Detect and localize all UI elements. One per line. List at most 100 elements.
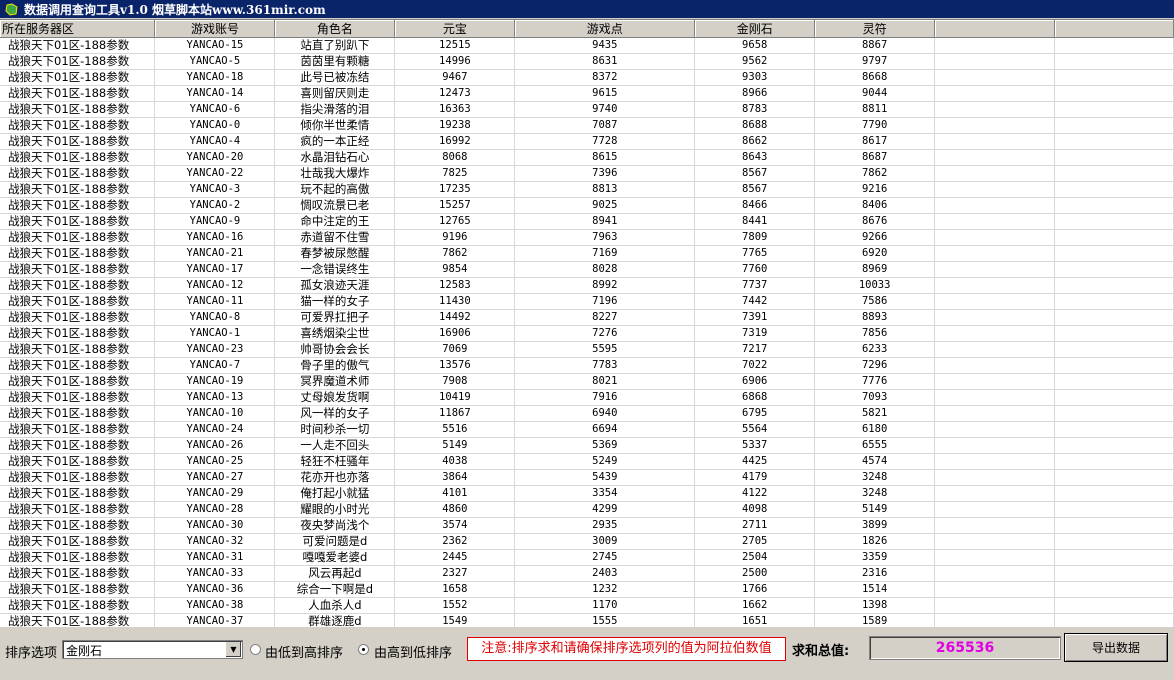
account-cell: YANCAO-31 <box>154 549 276 566</box>
data-grid[interactable]: 所在服务器区 游戏账号 角色名 元宝 游戏点 金刚石 灵符 战狼天下01区-18… <box>0 19 1174 627</box>
table-row[interactable]: 战狼天下01区-188参数 YANCAO-19 冥界魔道术师 7908 8021 6906… <box>0 373 1174 390</box>
radio-sort-ascending-label[interactable]: 由低到高排序 <box>265 642 343 661</box>
table-row[interactable]: 战狼天下01区-188参数 YANCAO-11 猫一样的女子 11430 7196 744… <box>0 293 1174 310</box>
empty-cell <box>1054 53 1174 70</box>
table-row[interactable]: 战狼天下01区-188参数 YANCAO-38 人血杀人d 1552 1170 1662 1… <box>0 597 1174 614</box>
server-cell: 战狼天下01区-188参数 <box>0 469 156 486</box>
column-header-empty-2[interactable] <box>1054 20 1174 38</box>
yuanbao-cell: 16906 <box>394 325 516 342</box>
radio-sort-descending-label[interactable]: 由高到低排序 <box>374 642 452 661</box>
game-points-cell: 8992 <box>514 277 696 294</box>
table-row[interactable]: 战狼天下01区-188参数 YANCAO-10 风一样的女子 11867 6940 679… <box>0 405 1174 422</box>
yuanbao-cell: 12473 <box>394 85 516 102</box>
table-row[interactable]: 战狼天下01区-188参数 YANCAO-30 夜央梦尚浅个 3574 2935 2711… <box>0 517 1174 534</box>
table-row[interactable]: 战狼天下01区-188参数 YANCAO-36 综合一下啊是d 1658 1232 176… <box>0 581 1174 598</box>
server-cell: 战狼天下01区-188参数 <box>0 389 156 406</box>
table-row[interactable]: 战狼天下01区-188参数 YANCAO-23 帅哥协会会长 7069 5595 7217… <box>0 341 1174 358</box>
table-row[interactable]: 战狼天下01区-188参数 YANCAO-25 轻狂不枉骚年 4038 5249 4425… <box>0 453 1174 470</box>
role-cell: 茵茵里有颗糖 <box>274 53 396 70</box>
table-row[interactable]: 战狼天下01区-188参数 YANCAO-22 壮哉我大爆炸 7825 7396 8567… <box>0 165 1174 182</box>
server-cell: 战狼天下01区-188参数 <box>0 245 156 262</box>
table-row[interactable]: 战狼天下01区-188参数 YANCAO-15 站直了别趴下 12515 9435 965… <box>0 37 1174 54</box>
column-header-talisman[interactable]: 灵符 <box>814 20 936 38</box>
account-cell: YANCAO-15 <box>154 37 276 54</box>
column-header-game-points[interactable]: 游戏点 <box>514 20 696 38</box>
sort-option-select[interactable]: 金刚石 ▼ <box>62 640 243 659</box>
table-row[interactable]: 战狼天下01区-188参数 YANCAO-31 嘎嘎爱老婆d 2445 2745 2504… <box>0 549 1174 566</box>
empty-cell <box>1054 373 1174 390</box>
game-points-cell: 2403 <box>514 565 696 582</box>
empty-cell <box>1054 133 1174 150</box>
table-row[interactable]: 战狼天下01区-188参数 YANCAO-16 赤道留不住雪 9196 7963 7809… <box>0 229 1174 246</box>
export-data-button[interactable]: 导出数据 <box>1064 633 1168 662</box>
dropdown-arrow-icon[interactable]: ▼ <box>225 642 241 657</box>
table-row[interactable]: 战狼天下01区-188参数 YANCAO-29 俺打起小就猛 4101 3354 4122… <box>0 485 1174 502</box>
account-cell: YANCAO-16 <box>154 229 276 246</box>
column-header-diamond[interactable]: 金刚石 <box>694 20 816 38</box>
server-cell: 战狼天下01区-188参数 <box>0 277 156 294</box>
column-header-account[interactable]: 游戏账号 <box>154 20 276 38</box>
empty-cell <box>934 517 1056 534</box>
server-cell: 战狼天下01区-188参数 <box>0 85 156 102</box>
table-row[interactable]: 战狼天下01区-188参数 YANCAO-4 疯的一本正经 16992 7728 8662… <box>0 133 1174 150</box>
game-points-cell: 7728 <box>514 133 696 150</box>
table-row[interactable]: 战狼天下01区-188参数 YANCAO-2 惆叹流景已老 15257 9025 8466… <box>0 197 1174 214</box>
role-cell: 骨子里的傲气 <box>274 357 396 374</box>
account-cell: YANCAO-4 <box>154 133 276 150</box>
game-points-cell: 8813 <box>514 181 696 198</box>
talisman-cell: 1514 <box>814 581 936 598</box>
table-row[interactable]: 战狼天下01区-188参数 YANCAO-26 一人走不回头 5149 5369 5337… <box>0 437 1174 454</box>
account-cell: YANCAO-38 <box>154 597 276 614</box>
game-points-cell: 9025 <box>514 197 696 214</box>
game-points-cell: 3354 <box>514 485 696 502</box>
table-row[interactable]: 战狼天下01区-188参数 YANCAO-1 喜绣烟染尘世 16906 7276 7319… <box>0 325 1174 342</box>
role-cell: 水晶泪钻石心 <box>274 149 396 166</box>
diamond-cell: 8966 <box>694 85 816 102</box>
grid-body: 战狼天下01区-188参数 YANCAO-15 站直了别趴下 12515 9435 965… <box>0 37 1174 627</box>
table-row[interactable]: 战狼天下01区-188参数 YANCAO-37 群雄逐鹿d 1549 1555 1651 1… <box>0 613 1174 627</box>
table-row[interactable]: 战狼天下01区-188参数 YANCAO-5 茵茵里有颗糖 14996 8631 9562… <box>0 53 1174 70</box>
radio-sort-ascending[interactable] <box>250 644 261 658</box>
server-cell: 战狼天下01区-188参数 <box>0 133 156 150</box>
account-cell: YANCAO-8 <box>154 309 276 326</box>
server-cell: 战狼天下01区-188参数 <box>0 37 156 54</box>
empty-cell <box>934 309 1056 326</box>
table-row[interactable]: 战狼天下01区-188参数 YANCAO-7 骨子里的傲气 13576 7783 7022… <box>0 357 1174 374</box>
table-row[interactable]: 战狼天下01区-188参数 YANCAO-28 耀眼的小时光 4860 4299 4098… <box>0 501 1174 518</box>
radio-sort-descending[interactable] <box>358 644 369 658</box>
diamond-cell: 7765 <box>694 245 816 262</box>
table-row[interactable]: 战狼天下01区-188参数 YANCAO-8 可爱界扛把子 14492 8227 7391… <box>0 309 1174 326</box>
talisman-cell: 6233 <box>814 341 936 358</box>
diamond-cell: 7760 <box>694 261 816 278</box>
column-header-server[interactable]: 所在服务器区 <box>0 20 156 38</box>
table-row[interactable]: 战狼天下01区-188参数 YANCAO-14 喜则留厌则走 12473 9615 896… <box>0 85 1174 102</box>
column-header-role[interactable]: 角色名 <box>274 20 396 38</box>
role-cell: 轻狂不枉骚年 <box>274 453 396 470</box>
column-header-yuanbao[interactable]: 元宝 <box>394 20 516 38</box>
column-header-empty-1[interactable] <box>934 20 1056 38</box>
server-cell: 战狼天下01区-188参数 <box>0 501 156 518</box>
empty-cell <box>934 373 1056 390</box>
table-row[interactable]: 战狼天下01区-188参数 YANCAO-27 花亦开也亦落 3864 5439 4179… <box>0 469 1174 486</box>
empty-cell <box>1054 581 1174 598</box>
table-row[interactable]: 战狼天下01区-188参数 YANCAO-13 丈母娘发货啊 10419 7916 686… <box>0 389 1174 406</box>
table-row[interactable]: 战狼天下01区-188参数 YANCAO-3 玩不起的高傲 17235 8813 8567… <box>0 181 1174 198</box>
table-row[interactable]: 战狼天下01区-188参数 YANCAO-6 指尖滑落的泪 16363 9740 8783… <box>0 101 1174 118</box>
yuanbao-cell: 7908 <box>394 373 516 390</box>
table-row[interactable]: 战狼天下01区-188参数 YANCAO-33 风云再起d 2327 2403 2500 2… <box>0 565 1174 582</box>
empty-cell <box>934 261 1056 278</box>
empty-cell <box>1054 149 1174 166</box>
table-row[interactable]: 战狼天下01区-188参数 YANCAO-12 孤女浪迹天涯 12583 8992 773… <box>0 277 1174 294</box>
table-row[interactable]: 战狼天下01区-188参数 YANCAO-20 水晶泪钻石心 8068 8615 8643… <box>0 149 1174 166</box>
table-row[interactable]: 战狼天下01区-188参数 YANCAO-18 此号已被冻结 9467 8372 9303… <box>0 69 1174 86</box>
table-row[interactable]: 战狼天下01区-188参数 YANCAO-0 倾你半世柔情 19238 7087 8688… <box>0 117 1174 134</box>
table-row[interactable]: 战狼天下01区-188参数 YANCAO-17 一念错误终生 9854 8028 7760… <box>0 261 1174 278</box>
table-row[interactable]: 战狼天下01区-188参数 YANCAO-24 时间秒杀一切 5516 6694 5564… <box>0 421 1174 438</box>
account-cell: YANCAO-19 <box>154 373 276 390</box>
table-row[interactable]: 战狼天下01区-188参数 YANCAO-21 春梦被尿憋醒 7862 7169 7765… <box>0 245 1174 262</box>
empty-cell <box>934 85 1056 102</box>
empty-cell <box>934 341 1056 358</box>
table-row[interactable]: 战狼天下01区-188参数 YANCAO-32 可爱问题是d 2362 3009 2705… <box>0 533 1174 550</box>
yuanbao-cell: 12515 <box>394 37 516 54</box>
table-row[interactable]: 战狼天下01区-188参数 YANCAO-9 命中注定的王 12765 8941 8441… <box>0 213 1174 230</box>
